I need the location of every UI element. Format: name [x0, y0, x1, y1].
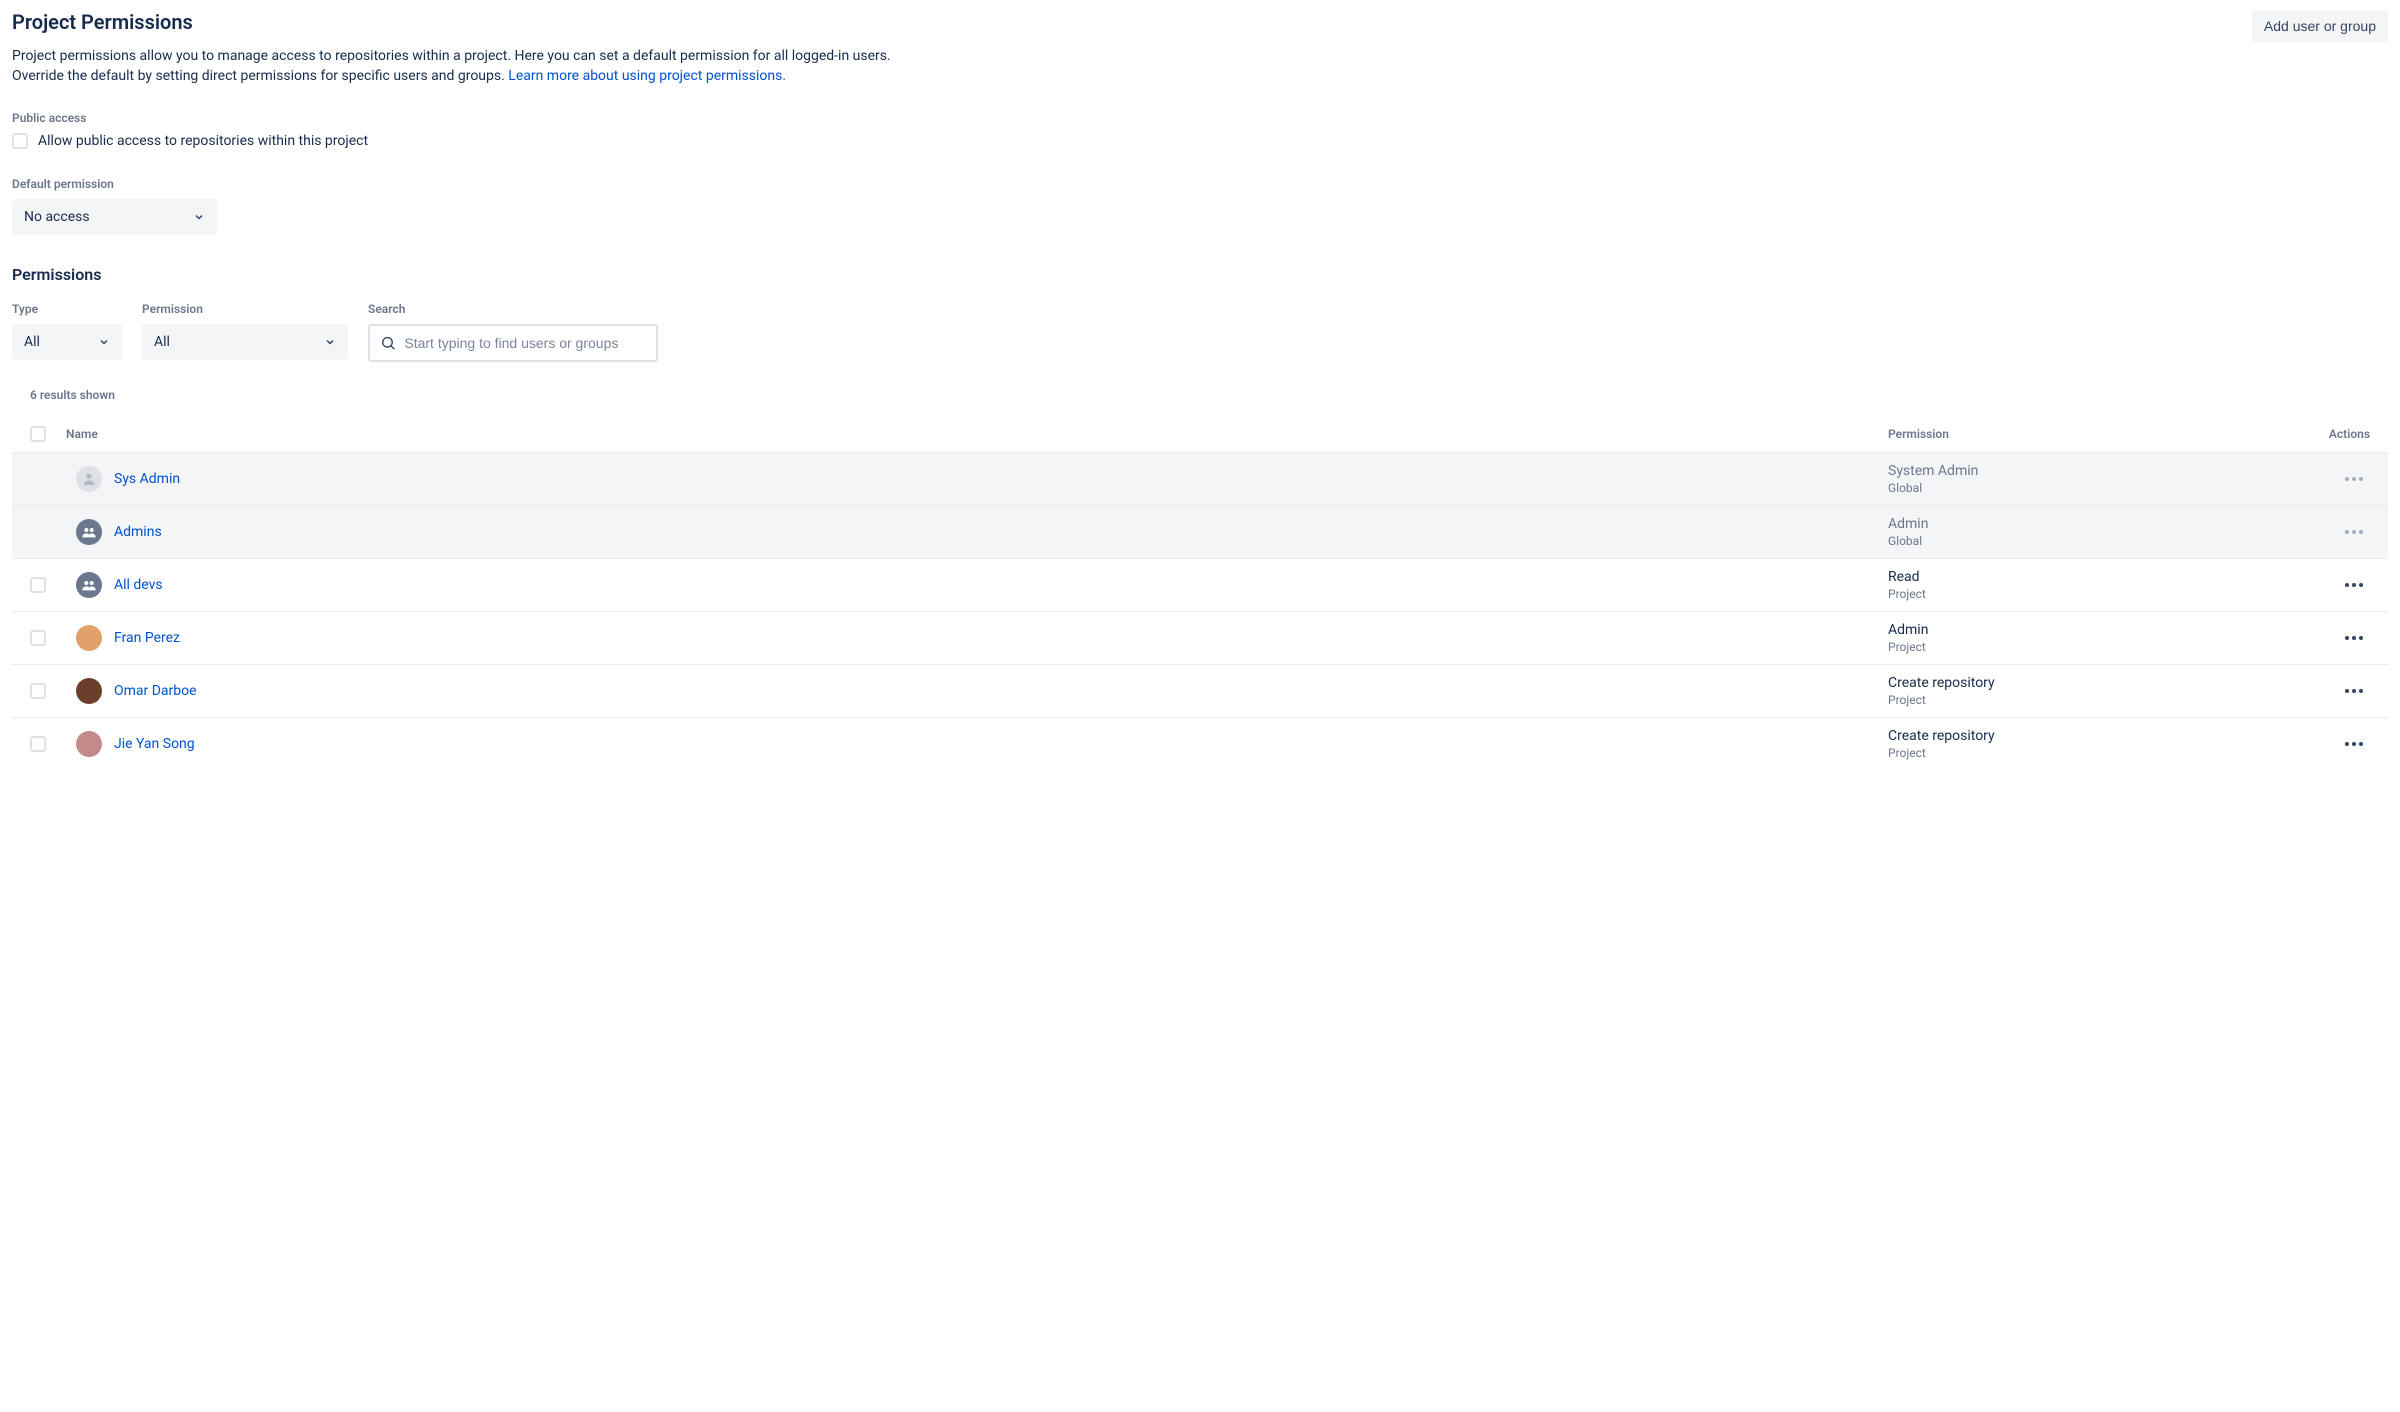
permissions-table: Name Permission Actions Sys Admin System …: [12, 418, 2388, 770]
add-user-or-group-button[interactable]: Add user or group: [2252, 10, 2388, 42]
more-icon: [2344, 635, 2364, 641]
principal-link[interactable]: Admins: [114, 524, 162, 540]
row-checkbox[interactable]: [30, 630, 46, 646]
public-access-label: Public access: [12, 111, 2388, 125]
row-actions-button[interactable]: [2338, 675, 2370, 707]
permission-scope: Global: [1888, 534, 2298, 548]
search-icon: [380, 334, 396, 352]
permission-scope: Project: [1888, 587, 2298, 601]
table-row: All devs Read Project: [12, 558, 2388, 611]
default-permission-label: Default permission: [12, 177, 2388, 191]
more-icon: [2344, 741, 2364, 747]
avatar: [76, 572, 102, 598]
page-description: Project permissions allow you to manage …: [12, 46, 922, 87]
public-access-checkbox-label: Allow public access to repositories with…: [38, 133, 368, 149]
results-count: 6 results shown: [12, 388, 2388, 402]
table-row: Jie Yan Song Create repository Project: [12, 717, 2388, 770]
default-permission-value: No access: [24, 209, 90, 225]
more-icon: [2344, 582, 2364, 588]
row-actions-button: [2338, 463, 2370, 495]
row-checkbox[interactable]: [30, 577, 46, 593]
table-row: Omar Darboe Create repository Project: [12, 664, 2388, 717]
learn-more-link[interactable]: Learn more about using project permissio…: [508, 68, 786, 84]
select-all-checkbox[interactable]: [30, 426, 46, 442]
permission-name: Create repository: [1888, 675, 2298, 691]
more-icon: [2344, 476, 2364, 482]
table-row: Fran Perez Admin Project: [12, 611, 2388, 664]
permission-filter-value: All: [154, 334, 170, 350]
search-input-wrapper[interactable]: [368, 324, 658, 362]
permissions-heading: Permissions: [12, 265, 2388, 284]
avatar: [76, 519, 102, 545]
row-actions-button[interactable]: [2338, 622, 2370, 654]
principal-link[interactable]: All devs: [114, 577, 163, 593]
chevron-down-icon: [324, 336, 336, 348]
chevron-down-icon: [193, 211, 205, 223]
permission-name: System Admin: [1888, 463, 2298, 479]
avatar: [76, 625, 102, 651]
type-filter-label: Type: [12, 302, 122, 316]
row-actions-button[interactable]: [2338, 569, 2370, 601]
column-permission: Permission: [1878, 418, 2308, 453]
permission-scope: Project: [1888, 693, 2298, 707]
more-icon: [2344, 688, 2364, 694]
avatar: [76, 466, 102, 492]
permission-scope: Project: [1888, 746, 2298, 760]
column-actions: Actions: [2308, 418, 2388, 453]
row-checkbox[interactable]: [30, 683, 46, 699]
search-input[interactable]: [404, 335, 646, 351]
row-actions-button[interactable]: [2338, 728, 2370, 760]
type-filter-value: All: [24, 334, 40, 350]
permission-name: Read: [1888, 569, 2298, 585]
search-label: Search: [368, 302, 658, 316]
permission-name: Admin: [1888, 516, 2298, 532]
page-title: Project Permissions: [12, 10, 193, 34]
permission-filter-select[interactable]: All: [142, 324, 348, 360]
permission-name: Admin: [1888, 622, 2298, 638]
public-access-checkbox[interactable]: [12, 133, 28, 149]
column-name: Name: [56, 418, 1878, 453]
table-row: Admins Admin Global: [12, 505, 2388, 558]
avatar: [76, 731, 102, 757]
principal-link[interactable]: Sys Admin: [114, 471, 180, 487]
more-icon: [2344, 529, 2364, 535]
type-filter-select[interactable]: All: [12, 324, 122, 360]
table-row: Sys Admin System Admin Global: [12, 452, 2388, 505]
permission-filter-label: Permission: [142, 302, 348, 316]
row-actions-button: [2338, 516, 2370, 548]
principal-link[interactable]: Jie Yan Song: [114, 736, 195, 752]
permission-scope: Project: [1888, 640, 2298, 654]
avatar: [76, 678, 102, 704]
default-permission-select[interactable]: No access: [12, 199, 217, 235]
permission-scope: Global: [1888, 481, 2298, 495]
permission-name: Create repository: [1888, 728, 2298, 744]
chevron-down-icon: [98, 336, 110, 348]
principal-link[interactable]: Fran Perez: [114, 630, 180, 646]
row-checkbox[interactable]: [30, 736, 46, 752]
principal-link[interactable]: Omar Darboe: [114, 683, 197, 699]
